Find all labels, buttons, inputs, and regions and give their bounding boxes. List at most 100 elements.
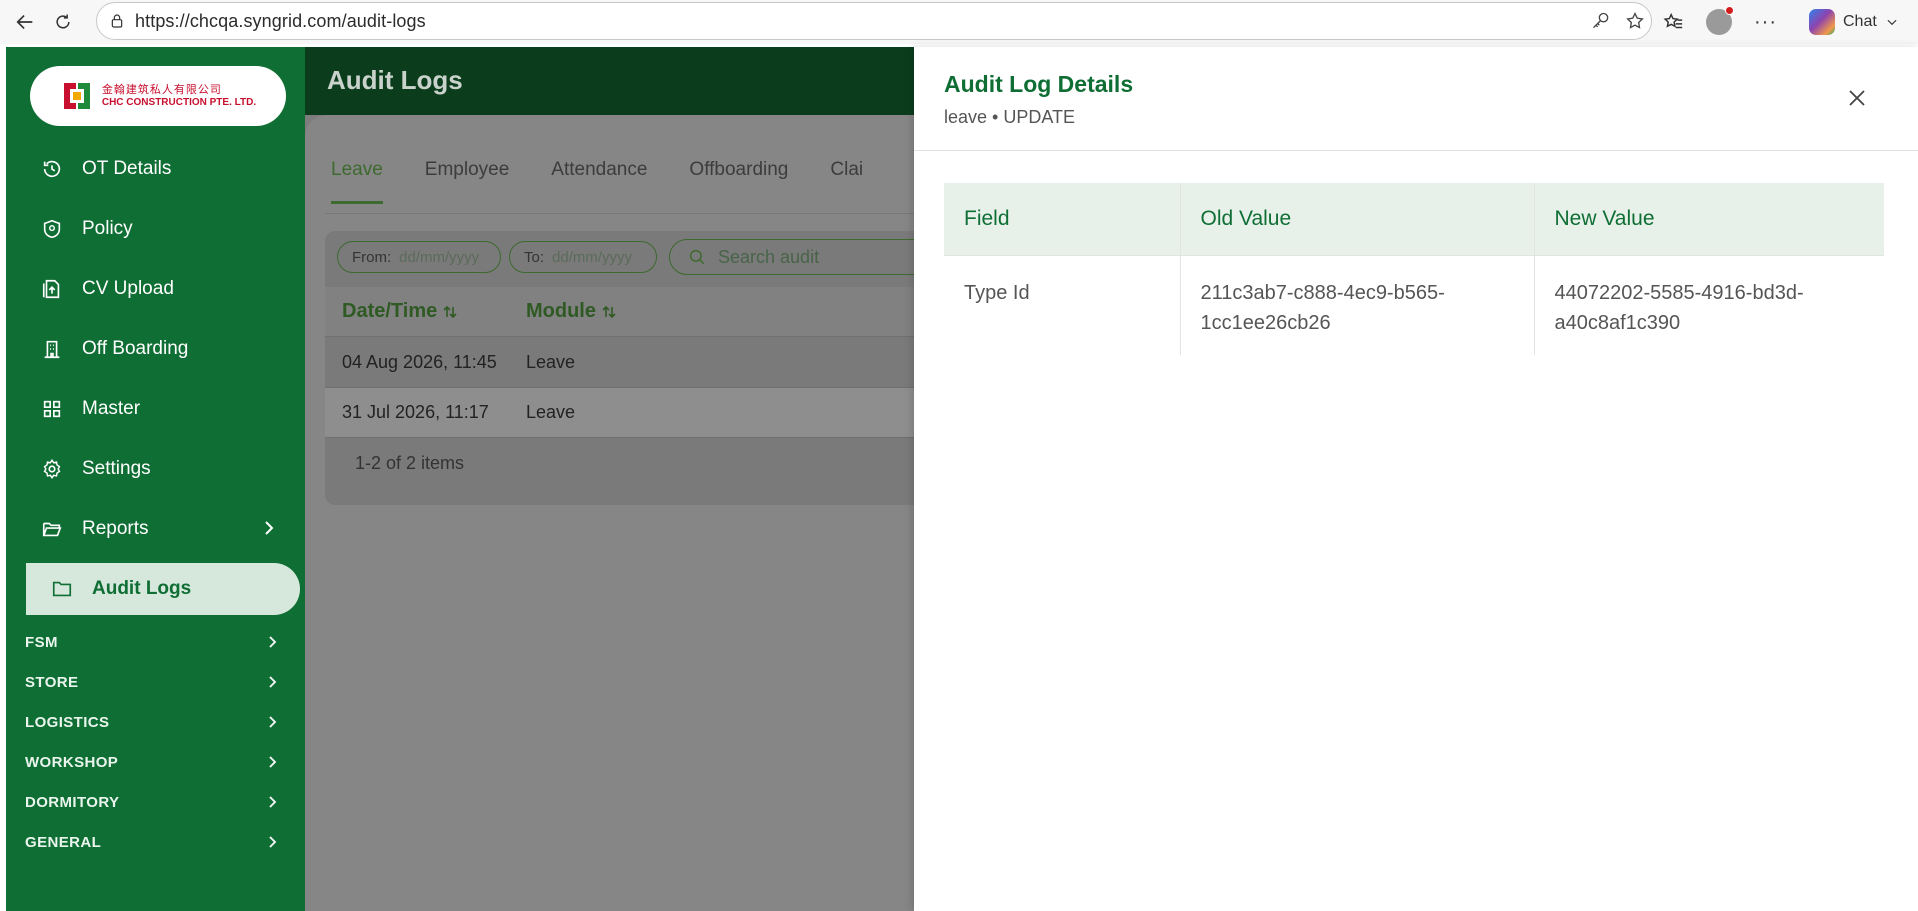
column-label: Module bbox=[526, 300, 596, 322]
from-date-field[interactable]: From: dd/mm/yyyy bbox=[337, 241, 501, 273]
star-icon[interactable] bbox=[1625, 11, 1645, 31]
grid-icon bbox=[40, 397, 64, 421]
refresh-button[interactable] bbox=[46, 5, 80, 39]
file-upload-icon bbox=[40, 277, 64, 301]
chevron-right-icon bbox=[267, 675, 279, 693]
module-tabs: Leave Employee Attendance Offboarding Cl… bbox=[331, 159, 863, 204]
column-header-field: Field bbox=[944, 183, 1181, 255]
gear-icon bbox=[40, 457, 64, 481]
copilot-icon bbox=[1808, 9, 1835, 35]
chevron-down-icon bbox=[1887, 19, 1897, 26]
clock-history-icon bbox=[40, 157, 64, 181]
lock-icon bbox=[111, 14, 123, 28]
folder-open-icon bbox=[40, 517, 64, 541]
to-date-placeholder: dd/mm/yyyy bbox=[552, 248, 633, 266]
key-icon[interactable] bbox=[1591, 11, 1611, 31]
drawer-subtitle: leave • UPDATE bbox=[944, 107, 1076, 127]
sidebar-section-fsm[interactable]: FSM bbox=[6, 627, 305, 657]
close-button[interactable] bbox=[1844, 85, 1870, 111]
sidebar-item-label: Audit Logs bbox=[92, 578, 192, 599]
cell-datetime: 31 Jul 2026, 11:17 bbox=[342, 402, 489, 422]
chevron-right-icon bbox=[267, 835, 279, 853]
chevron-right-icon bbox=[262, 519, 276, 543]
new-value-line: a40c8af1c390 bbox=[1554, 311, 1681, 334]
sidebar-section-dormitory[interactable]: DORMITORY bbox=[6, 787, 305, 817]
favorites-icon[interactable] bbox=[1662, 11, 1684, 33]
chat-label: Chat bbox=[1842, 13, 1877, 30]
sidebar-item-master[interactable]: Master bbox=[20, 383, 306, 435]
drawer-header: Audit Log Details leave • UPDATE bbox=[914, 47, 1918, 151]
sidebar-item-audit-logs[interactable]: Audit Logs bbox=[26, 563, 300, 615]
sidebar-item-label: CV Upload bbox=[82, 278, 174, 299]
changes-table: Field Old Value New Value Type Id 211c3a… bbox=[944, 183, 1884, 355]
tab-offboarding[interactable]: Offboarding bbox=[689, 159, 788, 204]
address-bar[interactable]: https://chcqa.syngrid.com/audit-logs bbox=[96, 2, 1652, 40]
sidebar-item-reports[interactable]: Reports bbox=[20, 503, 306, 555]
logo-english-text: CHC CONSTRUCTION PTE. LTD. bbox=[101, 96, 257, 108]
back-button[interactable] bbox=[8, 5, 42, 39]
column-label: Date/Time bbox=[342, 300, 438, 322]
section-label: WORKSHOP bbox=[25, 753, 119, 771]
from-label: From: bbox=[352, 248, 392, 266]
notification-dot bbox=[1725, 6, 1734, 15]
from-date-placeholder: dd/mm/yyyy bbox=[399, 248, 480, 266]
cell-old-value: 211c3ab7-c888-4ec9-b565- 1cc1ee26cb26 bbox=[1180, 254, 1535, 355]
company-logo[interactable]: 金翰建筑私人有限公司 CHC CONSTRUCTION PTE. LTD. bbox=[30, 66, 286, 126]
sidebar-item-label: Master bbox=[82, 398, 141, 419]
sidebar: 金翰建筑私人有限公司 CHC CONSTRUCTION PTE. LTD. OT… bbox=[6, 47, 305, 911]
section-label: DORMITORY bbox=[25, 793, 120, 811]
tab-employee[interactable]: Employee bbox=[425, 159, 510, 204]
pagination-summary: 1-2 of 2 items bbox=[355, 453, 465, 473]
new-value-line: 44072202-5585-4916-bd3d- bbox=[1554, 281, 1804, 304]
sidebar-item-label: Reports bbox=[82, 518, 149, 539]
old-value-line: 211c3ab7-c888-4ec9-b565- bbox=[1200, 281, 1445, 304]
page-title: Audit Logs bbox=[327, 65, 463, 95]
sort-icon bbox=[602, 305, 616, 318]
sidebar-menu: OT Details Policy CV Upload Off Boarding… bbox=[20, 143, 306, 623]
old-value-line: 1cc1ee26cb26 bbox=[1200, 311, 1331, 334]
audit-log-details-drawer: Audit Log Details leave • UPDATE Field O… bbox=[914, 47, 1918, 911]
profile-avatar[interactable] bbox=[1706, 6, 1734, 35]
drawer-title: Audit Log Details bbox=[944, 71, 1134, 97]
sidebar-section-logistics[interactable]: LOGISTICS bbox=[6, 707, 305, 737]
sidebar-item-label: Settings bbox=[82, 458, 151, 479]
sidebar-section-store[interactable]: STORE bbox=[6, 667, 305, 697]
cell-module: Leave bbox=[526, 352, 576, 372]
chat-button[interactable]: Chat bbox=[1799, 5, 1909, 39]
url-text: https://chcqa.syngrid.com/audit-logs bbox=[135, 10, 426, 31]
tab-claims[interactable]: Clai bbox=[830, 159, 863, 204]
chevron-right-icon bbox=[267, 715, 279, 733]
browser-toolbar: https://chcqa.syngrid.com/audit-logs ···… bbox=[0, 0, 1918, 44]
changes-table-header: Field Old Value New Value bbox=[944, 183, 1884, 255]
section-label: STORE bbox=[25, 673, 79, 691]
column-header-new-value: New Value bbox=[1534, 183, 1884, 255]
sidebar-item-policy[interactable]: Policy bbox=[20, 203, 306, 255]
chevron-right-icon bbox=[267, 635, 279, 653]
column-header-old-value: Old Value bbox=[1180, 183, 1535, 255]
sidebar-item-label: Policy bbox=[82, 218, 133, 239]
more-icon[interactable]: ··· bbox=[1754, 11, 1777, 34]
sidebar-item-cv-upload[interactable]: CV Upload bbox=[20, 263, 306, 315]
cell-field: Type Id bbox=[944, 254, 1181, 355]
to-date-field[interactable]: To: dd/mm/yyyy bbox=[509, 241, 657, 273]
search-placeholder: Search audit bbox=[718, 246, 820, 267]
sidebar-item-ot-details[interactable]: OT Details bbox=[20, 143, 306, 195]
sidebar-item-off-boarding[interactable]: Off Boarding bbox=[20, 323, 306, 375]
section-label: FSM bbox=[25, 633, 58, 651]
tab-attendance[interactable]: Attendance bbox=[551, 159, 647, 204]
sidebar-section-workshop[interactable]: WORKSHOP bbox=[6, 747, 305, 777]
cell-new-value: 44072202-5585-4916-bd3d- a40c8af1c390 bbox=[1534, 254, 1884, 355]
table-row: Type Id 211c3ab7-c888-4ec9-b565- 1cc1ee2… bbox=[944, 254, 1884, 355]
sidebar-item-settings[interactable]: Settings bbox=[20, 443, 306, 495]
building-icon bbox=[40, 337, 64, 361]
folder-icon bbox=[50, 577, 74, 601]
tab-leave[interactable]: Leave bbox=[331, 159, 383, 204]
search-icon bbox=[689, 249, 705, 265]
refresh-icon bbox=[56, 14, 70, 29]
column-header-datetime[interactable]: Date/Time bbox=[342, 300, 457, 323]
cell-datetime: 04 Aug 2026, 11:45 bbox=[342, 352, 497, 372]
chevron-right-icon bbox=[267, 795, 279, 813]
section-label: GENERAL bbox=[25, 833, 102, 851]
sidebar-section-general[interactable]: GENERAL bbox=[6, 827, 305, 857]
column-header-module[interactable]: Module bbox=[526, 300, 616, 323]
